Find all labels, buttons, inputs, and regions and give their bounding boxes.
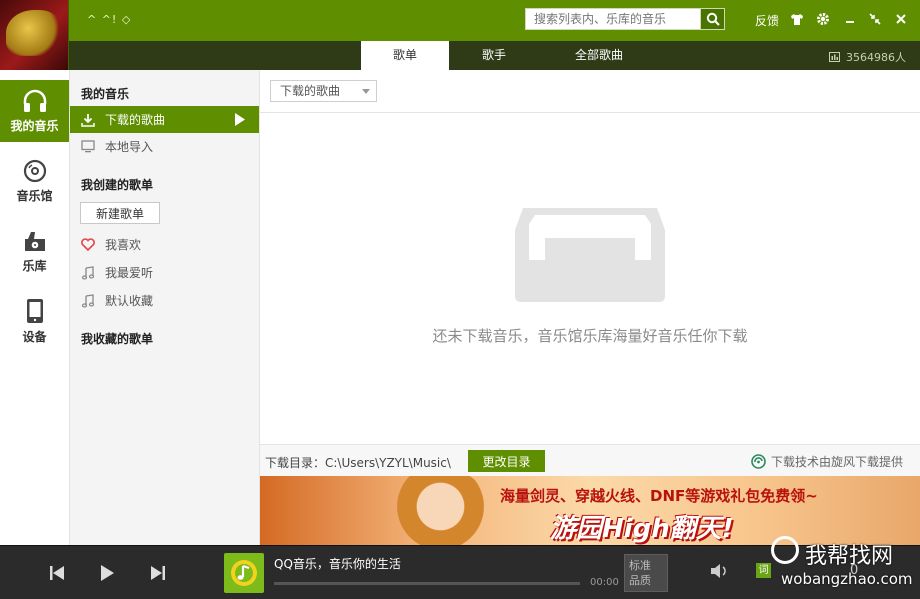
avatar-image [6, 10, 62, 56]
music-note-icon [81, 293, 95, 308]
feedback-link[interactable]: 反馈 [755, 12, 779, 29]
nav-label: 我的音乐 [10, 118, 59, 133]
avatar[interactable] [0, 0, 69, 70]
sidebar-item-default-collection[interactable]: 默认收藏 [70, 287, 259, 314]
library-icon [24, 231, 45, 251]
quality-label: 标准 品质 [629, 559, 651, 587]
album-art[interactable] [224, 553, 264, 593]
download-icon [81, 113, 95, 127]
song-source-dropdown[interactable]: 下载的歌曲 [270, 80, 377, 102]
download-directory-bar: 下载目录：C:\Users\YZYL\Music\ 更改目录 下载技术由旋风下载… [260, 444, 920, 476]
empty-box-icon [515, 208, 665, 302]
music-note-icon [81, 265, 95, 280]
title-bar: ^ ^! ◇ 反馈 [0, 0, 920, 41]
play-arrow-icon[interactable] [235, 113, 245, 126]
nav-label: 设备 [22, 329, 47, 344]
dropdown-value: 下载的歌曲 [280, 84, 341, 98]
headphones-icon [23, 89, 46, 112]
nav-my-music[interactable]: 我的音乐 [0, 80, 69, 142]
nav-music-hall[interactable]: 音乐馆 [0, 150, 69, 212]
search-input[interactable] [525, 8, 700, 30]
sidebar-item-label: 默认收藏 [105, 294, 154, 308]
minimize-icon[interactable] [842, 11, 858, 27]
sidebar-item-local-import[interactable]: 本地导入 [70, 133, 259, 160]
banner-headline: 海量剑灵、穿越火线、DNF等游戏礼包免费领~ [500, 487, 818, 505]
tab-all-songs[interactable]: 全部歌曲 [539, 41, 659, 70]
gear-icon[interactable] [815, 11, 831, 27]
online-count: 3564986人 [829, 49, 906, 65]
my-music-section-title: 我的音乐 [81, 87, 130, 101]
previous-button[interactable] [47, 563, 67, 583]
next-button[interactable] [148, 563, 168, 583]
watermark: 我帮找网 wobangzhao.com [765, 530, 920, 599]
play-button[interactable] [97, 563, 117, 583]
banner-illustration [380, 476, 490, 545]
sidebar-item-favorites[interactable]: 我喜欢 [70, 231, 259, 258]
disc-icon [23, 159, 46, 182]
nav-label: 音乐馆 [16, 188, 53, 203]
previous-icon [50, 566, 64, 580]
mini-mode-icon[interactable] [867, 11, 883, 27]
whirlwind-icon [751, 454, 766, 469]
sidebar-item-label: 我最爱听 [105, 266, 154, 280]
change-directory-button[interactable]: 更改目录 [468, 450, 545, 472]
nav-devices[interactable]: 设备 [0, 290, 69, 352]
sidebar-item-label: 本地导入 [105, 140, 154, 154]
collected-section-title: 我收藏的歌单 [81, 332, 154, 346]
watermark-url: wobangzhao.com [781, 570, 913, 588]
sidebar-item-label: 我喜欢 [105, 238, 142, 252]
nav-library[interactable]: 乐库 [0, 220, 69, 282]
download-provider[interactable]: 下载技术由旋风下载提供 [751, 453, 903, 470]
track-title: QQ音乐，音乐你的生活 [274, 557, 401, 571]
watermark-title: 我帮找网 [805, 544, 894, 569]
play-icon [101, 565, 114, 581]
chevron-down-icon [362, 89, 370, 94]
volume-icon[interactable] [710, 563, 728, 579]
search-button[interactable] [700, 8, 725, 30]
main-content: 下载的歌曲 还未下载音乐，音乐馆乐库海量好音乐任你下载 [260, 70, 920, 444]
playlist-sidebar: 我的音乐 下载的歌曲 本地导入 我创建的歌单 新建歌单 我喜欢 我最爱听 默认收… [70, 70, 260, 545]
device-icon [26, 298, 43, 323]
next-icon [151, 566, 165, 580]
main-toolbar: 下载的歌曲 [260, 70, 920, 113]
tab-bar: 歌单 歌手 全部歌曲 3564986人 [69, 41, 920, 70]
track-time: 00:00 [590, 577, 619, 588]
window-title: ^ ^! ◇ [87, 13, 132, 26]
sidebar-item-downloaded[interactable]: 下载的歌曲 [70, 106, 259, 133]
left-nav: 我的音乐 音乐馆 乐库 设备 [0, 70, 70, 545]
qq-music-logo-icon [231, 560, 257, 586]
banner-slogan: 游园High翻天! [550, 514, 734, 544]
tab-singers[interactable]: 歌手 [449, 41, 539, 70]
new-playlist-button[interactable]: 新建歌单 [80, 202, 160, 224]
progress-bar[interactable] [274, 582, 580, 585]
download-provider-text: 下载技术由旋风下载提供 [770, 455, 903, 469]
search-icon [706, 12, 720, 26]
skin-icon[interactable] [789, 11, 805, 27]
magnifier-icon [771, 536, 799, 564]
heart-icon [81, 238, 95, 251]
sidebar-item-label: 下载的歌曲 [105, 113, 166, 127]
close-icon[interactable] [893, 11, 909, 27]
tab-playlists[interactable]: 歌单 [361, 41, 449, 70]
monitor-icon [81, 140, 95, 153]
quality-button[interactable]: 标准 品质 [624, 554, 668, 592]
nav-label: 乐库 [22, 258, 47, 273]
chart-icon [829, 52, 840, 62]
empty-message: 还未下载音乐，音乐馆乐库海量好音乐任你下载 [432, 327, 748, 345]
online-count-text: 3564986人 [846, 51, 906, 64]
sidebar-item-most-played[interactable]: 我最爱听 [70, 259, 259, 286]
download-directory-label: 下载目录：C:\Users\YZYL\Music\ [265, 456, 451, 470]
created-section-title: 我创建的歌单 [81, 178, 154, 192]
